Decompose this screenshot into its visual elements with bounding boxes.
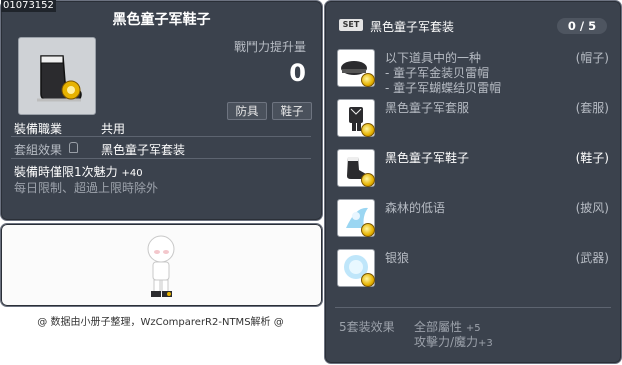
combat-power-label: 戰鬥力提升量: [233, 40, 306, 54]
tag-armor: 防具: [227, 102, 267, 120]
boots-icon: [37, 55, 82, 102]
divider: [11, 136, 311, 137]
divider: [11, 158, 311, 159]
set-item-type: (帽子): [575, 51, 609, 65]
set-item-name: 森林的低语: [385, 201, 446, 215]
item-name: 黑色童子军鞋子: [112, 12, 211, 28]
divider: [335, 307, 611, 308]
set-item-name: 黑色童子军鞋子: [385, 151, 470, 165]
combat-power-value: 0: [289, 59, 306, 87]
equip-limit-value: +40: [121, 168, 143, 179]
item-tooltip-panel: 黑色童子军鞋子 戰鬥力提升量 0 防具 鞋子 裝備職業 共用 套組效果 黑色童子…: [0, 0, 323, 221]
set-item-type: (披风): [575, 201, 609, 215]
tag-shoes: 鞋子: [272, 102, 312, 120]
set-effect-value: 黑色童子军套装: [101, 143, 186, 157]
item-id-label: 01073152: [1, 0, 56, 12]
footer-credit: @ 数据由小册子整理，WzComparerR2-NTMS解析 @: [37, 317, 284, 328]
coin-icon: [361, 223, 375, 237]
avatar: [147, 235, 175, 297]
coin-icon: [361, 273, 375, 287]
set-effect-stat: 攻擊力/魔力+3: [414, 335, 493, 349]
set-item-row-hat: 以下道具中的一种 - 童子军金装贝雷帽 - 童子军蝴蝶结贝雷帽 (帽子): [337, 49, 609, 95]
set-badge: SET: [339, 19, 363, 31]
set-effect-label: 套組效果: [14, 143, 63, 157]
item-icon-frame: [18, 37, 96, 115]
set-item-name: 银狼: [385, 251, 410, 265]
set-count-badge: 0 / 5: [557, 18, 607, 34]
set-item-row-weapon: 银狼 (武器): [337, 249, 609, 289]
coin-icon: [361, 173, 375, 187]
set-item-type: (鞋子): [575, 151, 609, 165]
coin-icon: [361, 123, 375, 137]
job-value: 共用: [101, 122, 126, 136]
equip-limit-text: 裝備時僅限1次魅力 +40: [14, 165, 143, 179]
job-label: 裝備職業: [14, 122, 63, 136]
set-item-row-outfit: 黑色童子军套服 (套服): [337, 99, 609, 139]
set-title: 黑色童子军套装: [370, 20, 455, 34]
lock-icon: [69, 142, 78, 153]
equip-limit-note: 每日限制、超過上限時除外: [14, 181, 159, 195]
set-item-name: 黑色童子军套服: [385, 101, 470, 115]
set-item-type: (武器): [575, 251, 609, 265]
set-item-row-cape: 森林的低语 (披风): [337, 199, 609, 239]
avatar-preview-panel: [0, 223, 323, 307]
set-item-sub: - 童子军蝴蝶结贝雷帽: [385, 81, 502, 95]
set-info-panel: SET 黑色童子军套装 0 / 5 以下道具中的一种 - 童子军金装贝雷帽 - …: [324, 0, 622, 364]
set-effect-count-label: 5套装效果: [339, 320, 395, 334]
set-item-row-shoes: 黑色童子军鞋子 (鞋子): [337, 149, 609, 189]
set-item-type: (套服): [575, 101, 609, 115]
coin-icon: [361, 73, 375, 87]
